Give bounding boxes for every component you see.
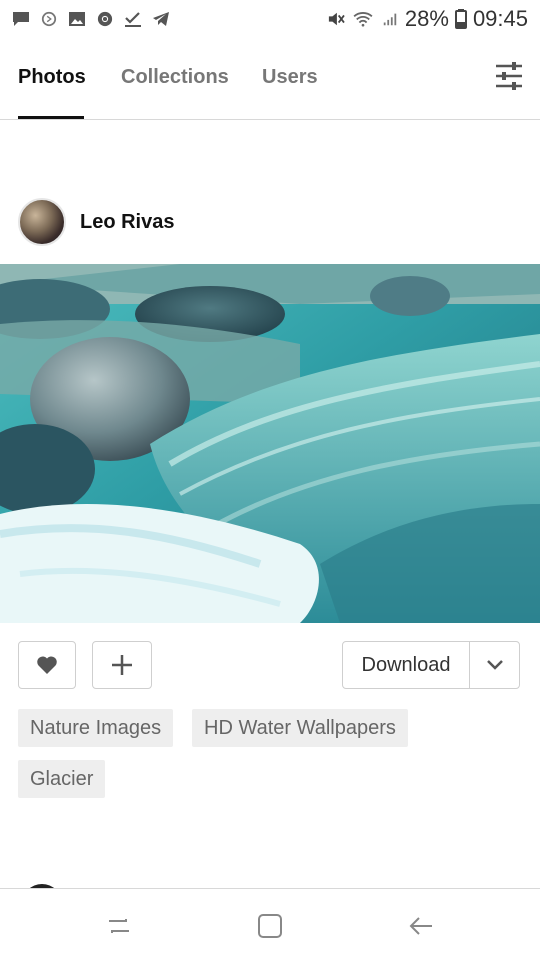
tag-chip[interactable]: HD Water Wallpapers <box>192 709 408 747</box>
download-button[interactable]: Download <box>343 642 470 688</box>
system-navigation-bar <box>0 888 540 960</box>
photo-actions: Download <box>18 641 520 689</box>
checkmark-icon <box>125 12 141 27</box>
active-tab-indicator <box>18 116 84 119</box>
telegram-icon <box>153 12 169 26</box>
waterfall-photo <box>0 264 540 623</box>
avatar[interactable] <box>18 198 66 246</box>
like-button[interactable] <box>18 641 76 689</box>
chrome-icon <box>97 11 113 27</box>
download-options-button[interactable] <box>470 642 519 688</box>
sliders-icon[interactable] <box>494 60 524 92</box>
plus-icon <box>112 655 132 675</box>
author-name[interactable]: Leo Rivas <box>80 211 174 234</box>
top-tab-bar: Photos Collections Users <box>0 38 540 120</box>
recents-icon[interactable] <box>104 911 134 941</box>
back-icon[interactable] <box>406 911 436 941</box>
tab-users[interactable]: Users <box>262 66 318 89</box>
status-bar: 28% 09:45 <box>0 0 540 38</box>
mute-icon <box>328 12 345 26</box>
home-icon[interactable] <box>255 911 285 941</box>
chevron-down-icon <box>486 660 503 670</box>
message-icon <box>13 12 29 26</box>
clock: 09:45 <box>472 6 528 31</box>
signal-icon <box>383 13 397 26</box>
tab-photos[interactable]: Photos <box>18 66 86 89</box>
system-status: 28% 09:45 <box>327 6 528 32</box>
heart-icon <box>37 656 57 674</box>
gallery-icon <box>69 12 85 26</box>
notification-icons <box>12 11 170 27</box>
battery-percent: 28% <box>404 6 449 31</box>
battery-icon <box>454 9 467 29</box>
add-to-collection-button[interactable] <box>92 641 152 689</box>
photo-author[interactable]: Leo Rivas <box>18 198 174 246</box>
photo-image[interactable] <box>0 264 540 623</box>
tag-chip[interactable]: Nature Images <box>18 709 174 747</box>
app-icon <box>41 11 57 27</box>
wifi-icon <box>353 12 373 27</box>
tab-collections[interactable]: Collections <box>121 66 229 89</box>
download-button-group: Download <box>342 641 520 689</box>
tag-chip[interactable]: Glacier <box>18 760 106 798</box>
